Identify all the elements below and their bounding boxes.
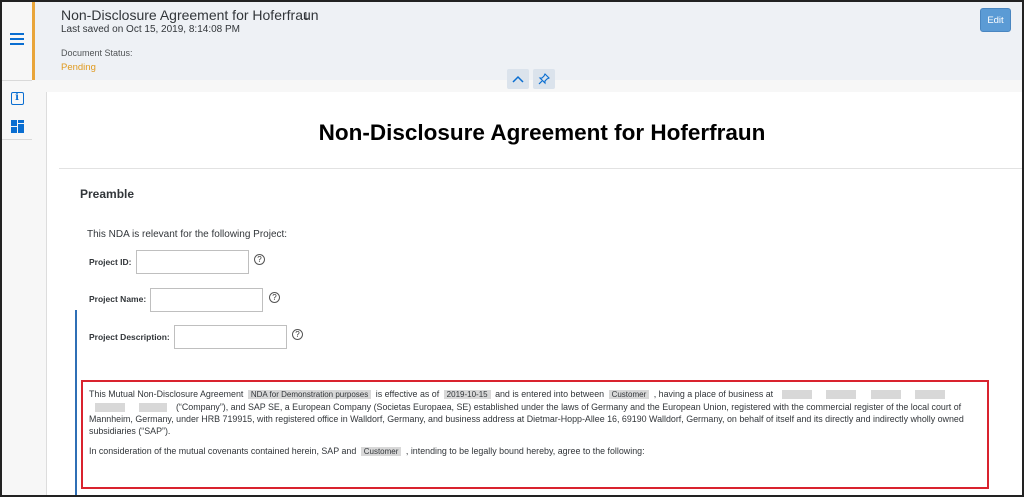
- project-name-label: Project Name:: [89, 294, 147, 304]
- app-frame: i Non-Disclosure Agreement for Hoferfrau…: [0, 0, 1024, 497]
- last-saved-text: Last saved on Oct 15, 2019, 8:14:08 PM: [61, 24, 241, 35]
- document-heading: Non-Disclosure Agreement for Hoferfraun: [318, 120, 766, 145]
- collapse-header-button[interactable]: [507, 69, 529, 89]
- section-title: Preamble: [80, 187, 135, 201]
- paragraph-text: is effective as of: [375, 389, 440, 399]
- left-rail: i: [2, 2, 32, 495]
- rail-divider: [2, 139, 32, 140]
- heading-divider: [59, 168, 1022, 169]
- layout-button[interactable]: [5, 114, 29, 138]
- customer-token[interactable]: Customer: [608, 390, 650, 399]
- paragraph-text: (“Company”), and SAP SE, a European Comp…: [89, 402, 964, 436]
- customer-token[interactable]: Customer: [360, 447, 402, 456]
- consideration-paragraph: In consideration of the mutual covenants…: [89, 445, 982, 458]
- project-id-label: Project ID:: [89, 257, 132, 267]
- focus-indicator: [75, 310, 77, 495]
- edit-button[interactable]: Edit: [980, 8, 1011, 32]
- redacted-address: [95, 403, 125, 413]
- redacted-address: [870, 390, 901, 400]
- version-count: 1: [303, 11, 309, 22]
- project-description-label: Project Description:: [89, 332, 170, 342]
- help-icon[interactable]: ?: [292, 329, 303, 340]
- paragraph-text: and is entered into between: [495, 389, 605, 399]
- project-description-field[interactable]: [174, 325, 287, 349]
- redacted-address: [826, 390, 857, 400]
- menu-icon[interactable]: [7, 30, 27, 50]
- paragraph-text: , having a place of business at: [653, 389, 774, 399]
- purpose-token[interactable]: NDA for Demonstration purposes: [247, 390, 372, 399]
- intro-text: This NDA is relevant for the following P…: [87, 229, 288, 240]
- paragraph-text: This Mutual Non-Disclosure Agreement: [89, 389, 244, 399]
- status-badge: Pending: [61, 62, 96, 73]
- status-label: Document Status:: [61, 48, 133, 58]
- redacted-address: [781, 390, 812, 400]
- pin-header-button[interactable]: [533, 69, 555, 89]
- highlighted-clause: This Mutual Non-Disclosure Agreement NDA…: [81, 380, 989, 489]
- info-icon: i: [10, 91, 24, 105]
- paragraph-text: In consideration of the mutual covenants…: [89, 446, 357, 456]
- project-id-field[interactable]: [136, 250, 249, 274]
- page-title: Non-Disclosure Agreement for Hoferfraun: [61, 7, 319, 23]
- pin-icon: [538, 73, 550, 85]
- help-icon[interactable]: ?: [254, 254, 265, 265]
- redacted-address: [139, 403, 168, 413]
- chevron-up-icon: [512, 75, 524, 83]
- project-name-field[interactable]: [150, 288, 263, 312]
- help-icon[interactable]: ?: [269, 292, 280, 303]
- layout-icon: [10, 119, 24, 133]
- agreement-paragraph: This Mutual Non-Disclosure Agreement NDA…: [89, 388, 982, 437]
- date-token[interactable]: 2019-10-15: [443, 390, 491, 399]
- redacted-address: [915, 390, 946, 400]
- paragraph-text: , intending to be legally bound hereby, …: [405, 446, 645, 456]
- document-pane: Non-Disclosure Agreement for Hoferfraun …: [46, 92, 1022, 495]
- rail-divider: [2, 80, 32, 81]
- info-button[interactable]: i: [5, 86, 29, 110]
